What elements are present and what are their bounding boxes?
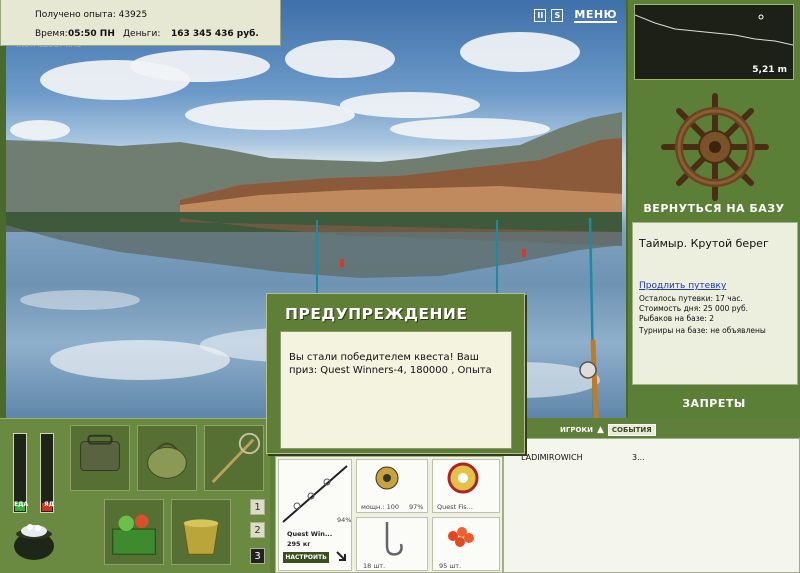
- money-label: Деньги:: [123, 29, 161, 39]
- money-value: 163 345 436 руб.: [171, 29, 259, 39]
- top-controls: II S МЕНЮ: [534, 8, 617, 23]
- tackle-bag-slot[interactable]: [70, 425, 130, 491]
- tournaments-status: Турниры на базе: не объявлены: [639, 326, 766, 335]
- tab-switch-icon: ▲: [596, 425, 604, 435]
- rod-name: Quest Win...: [287, 530, 333, 538]
- location-title: Таймыр. Крутой берег: [639, 237, 769, 250]
- player-name[interactable]: LADIMIROWICH: [521, 453, 583, 462]
- dialog-title: ПРЕДУПРЕЖДЕНИЕ: [285, 305, 468, 323]
- time-value: 05:50 ПН: [68, 29, 115, 39]
- tackle-bag-icon: [80, 434, 120, 472]
- tab-players[interactable]: ИГРОКИ: [560, 426, 593, 434]
- inventory-panel: ЕДА ЯД 1 2 3: [0, 418, 270, 573]
- tab-events[interactable]: СОБЫТИЯ: [607, 424, 656, 436]
- player-value: 3...: [632, 453, 645, 462]
- speed-button[interactable]: S: [551, 9, 564, 22]
- experience-text: Получено опыта: 43925: [35, 10, 148, 20]
- depth-chart: 5,21 m: [634, 4, 794, 80]
- right-panel: 5,21 m ВЕРНУТЬСЯ НА БАЗУ Таймыр. Крутой …: [628, 0, 800, 418]
- extend-permit-link[interactable]: Продлить путевку: [639, 281, 726, 291]
- anglers-count: Рыбаков на базе: 2: [639, 314, 714, 323]
- food-basket-slot[interactable]: [104, 499, 164, 565]
- events-panel: ИГРОКИ ▲ СОБЫТИЯ LADIMIROWICH 3...: [503, 418, 800, 573]
- setup-button[interactable]: НАСТРОИТЬ: [283, 552, 329, 563]
- pause-button[interactable]: II: [534, 9, 547, 22]
- bait-slot[interactable]: 95 шт.: [432, 517, 500, 571]
- return-to-base-button[interactable]: ВЕРНУТЬСЯ НА БАЗУ: [628, 202, 800, 215]
- rod-weight: 295 кг: [287, 540, 311, 548]
- line-slot[interactable]: Quest Fis...: [432, 459, 500, 513]
- warning-dialog: ПРЕДУПРЕЖДЕНИЕ Вы стали победителем квес…: [266, 293, 525, 454]
- arrow-down-right-icon[interactable]: [335, 550, 349, 564]
- pouch-slot[interactable]: [137, 425, 197, 491]
- gear-panel: 94% Quest Win... 295 кг НАСТРОИТЬ мощн.:…: [275, 456, 503, 573]
- rod-durability: 94%: [337, 516, 352, 524]
- inventory-page-2[interactable]: 2: [250, 522, 265, 538]
- bucket-icon: [183, 519, 219, 555]
- events-list: LADIMIROWICH 3...: [503, 438, 800, 573]
- food-basket-icon: [112, 514, 156, 555]
- landing-net-icon: [211, 432, 261, 484]
- reel-durability: 97%: [409, 503, 424, 511]
- base-info-panel: Таймыр. Крутой берег Продлить путевку Ос…: [632, 222, 798, 385]
- landing-net-slot[interactable]: [204, 425, 264, 491]
- food-label: ЕДА: [14, 501, 29, 508]
- permit-remaining: Осталось путевки: 17 час.: [639, 294, 743, 303]
- cauldron-icon[interactable]: [10, 516, 58, 564]
- time-label: Время:: [35, 29, 68, 39]
- ship-wheel-icon[interactable]: [660, 92, 770, 202]
- rod-slot[interactable]: 94% Quest Win... 295 кг НАСТРОИТЬ: [278, 459, 352, 571]
- fishing-line-spool-icon: [447, 462, 479, 494]
- bans-button[interactable]: ЗАПРЕТЫ: [628, 397, 800, 410]
- bait-count: 95 шт.: [439, 562, 462, 570]
- hook-slot[interactable]: 18 шт.: [356, 517, 428, 571]
- day-cost: Стоимость дня: 25 000 руб.: [639, 304, 748, 313]
- fish-roe-bait-icon: [448, 527, 474, 547]
- reel-power: мощн.: 100: [361, 503, 399, 511]
- line-name: Quest Fis...: [437, 503, 473, 511]
- depth-value: 5,21 m: [752, 65, 787, 75]
- hook-icon: [385, 522, 403, 556]
- reel-icon: [375, 466, 399, 490]
- bucket-slot[interactable]: [171, 499, 231, 565]
- hook-count: 18 шт.: [363, 562, 386, 570]
- events-tabs: ИГРОКИ ▲ СОБЫТИЯ: [560, 424, 656, 436]
- menu-button[interactable]: МЕНЮ: [574, 8, 617, 23]
- poison-label: ЯД: [44, 501, 54, 508]
- pouch-icon: [147, 442, 187, 479]
- stats-bar: Получено опыта: 43925 Время: 05:50 ПН Де…: [0, 0, 281, 46]
- inventory-page-1[interactable]: 1: [250, 499, 265, 515]
- dialog-message: Вы стали победителем квеста! Ваш приз: Q…: [280, 331, 512, 449]
- reel-slot[interactable]: мощн.: 100 97%: [356, 459, 428, 513]
- inventory-page-3[interactable]: 3: [250, 548, 265, 564]
